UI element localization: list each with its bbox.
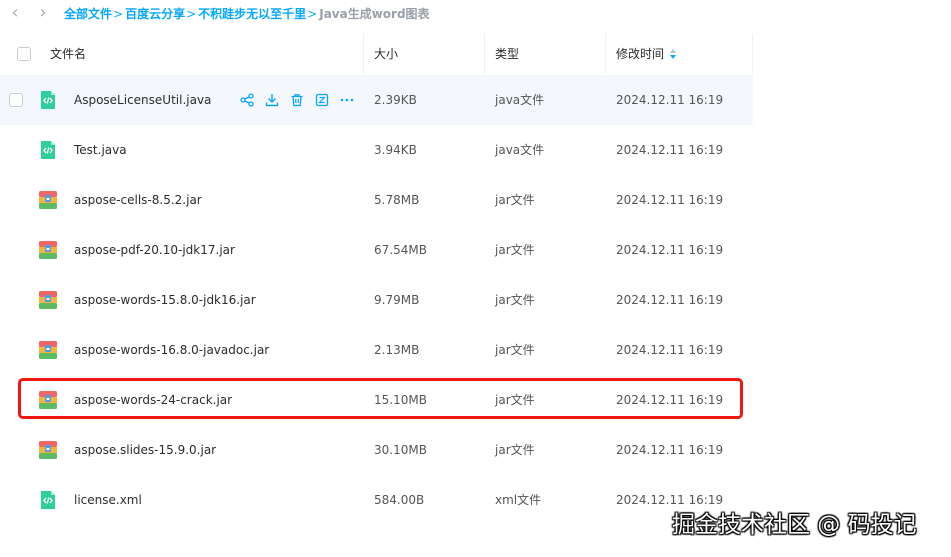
archive-file-icon xyxy=(38,190,58,210)
file-size: 67.54MB xyxy=(374,243,427,257)
select-all-checkbox[interactable] xyxy=(17,47,31,61)
chevron-left-icon[interactable]: ‹ xyxy=(6,4,24,22)
file-type: jar文件 xyxy=(495,343,535,357)
table-header: 文件名 大小 类型 修改时间 xyxy=(0,34,753,76)
file-name[interactable]: license.xml xyxy=(74,492,142,508)
archive-file-icon xyxy=(38,340,58,360)
file-modified: 2024.12.11 16:19 xyxy=(616,243,724,257)
file-list: AsposeLicenseUtil.java 2.39KB java文件 2024.1… xyxy=(0,75,951,525)
file-size: 584.00B xyxy=(374,493,425,507)
breadcrumb-item-share[interactable]: 百度云分享 xyxy=(125,7,185,21)
file-size: 3.94KB xyxy=(374,143,417,157)
top-bar: ‹ › 全部文件> 百度云分享> 不积跬步无以至千里> Java生成word图表 xyxy=(0,0,951,30)
header-name[interactable]: 文件名 xyxy=(50,34,86,74)
file-name[interactable]: aspose.slides-15.9.0.jar xyxy=(74,442,216,458)
download-icon[interactable] xyxy=(263,92,280,109)
column-divider[interactable] xyxy=(605,34,606,74)
file-name[interactable]: aspose-words-15.8.0-jdk16.jar xyxy=(74,292,256,308)
detail-icon[interactable] xyxy=(313,92,330,109)
file-type: jar文件 xyxy=(495,293,535,307)
file-name[interactable]: aspose-pdf-20.10-jdk17.jar xyxy=(74,242,235,258)
table-row[interactable]: aspose-words-16.8.0-javadoc.jar 2.13MB jar… xyxy=(0,325,951,375)
header-type[interactable]: 类型 xyxy=(495,34,519,74)
breadcrumb-separator: > xyxy=(307,7,318,21)
highlight-annotation xyxy=(18,378,743,419)
header-modified-label: 修改时间 xyxy=(616,47,665,61)
file-type: jar文件 xyxy=(495,443,535,457)
file-type: java文件 xyxy=(495,143,545,157)
file-type: jar文件 xyxy=(495,243,535,257)
watermark: 掘金技术社区 @ 码投记 xyxy=(672,512,917,538)
java-file-icon xyxy=(38,90,58,110)
column-divider[interactable] xyxy=(484,34,485,74)
file-size: 5.78MB xyxy=(374,193,420,207)
table-row[interactable]: aspose-pdf-20.10-jdk17.jar 67.54MB jar文件 20… xyxy=(0,225,951,275)
share-icon[interactable] xyxy=(238,92,255,109)
file-size: 2.39KB xyxy=(374,93,417,107)
breadcrumb: 全部文件> 百度云分享> 不积跬步无以至千里> Java生成word图表 xyxy=(64,6,430,22)
file-type: java文件 xyxy=(495,93,545,107)
file-name[interactable]: aspose-words-16.8.0-javadoc.jar xyxy=(74,342,269,358)
table-row[interactable]: aspose.slides-15.9.0.jar 30.10MB jar文件 2024… xyxy=(0,425,951,475)
file-modified: 2024.12.11 16:19 xyxy=(616,443,724,457)
archive-file-icon xyxy=(38,240,58,260)
file-modified: 2024.12.11 16:19 xyxy=(616,293,724,307)
table-row[interactable]: aspose-words-15.8.0-jdk16.jar 9.79MB jar文件… xyxy=(0,275,951,325)
file-modified: 2024.12.11 16:19 xyxy=(616,93,724,107)
breadcrumb-item-folder[interactable]: 不积跬步无以至千里 xyxy=(198,7,306,21)
file-size: 2.13MB xyxy=(374,343,420,357)
archive-file-icon xyxy=(38,440,58,460)
chevron-right-icon[interactable]: › xyxy=(34,4,52,22)
file-type: xml文件 xyxy=(495,493,542,507)
file-name[interactable]: AsposeLicenseUtil.java xyxy=(74,92,211,108)
breadcrumb-item-all-files[interactable]: 全部文件 xyxy=(64,7,112,21)
file-size: 30.10MB xyxy=(374,443,427,457)
column-divider[interactable] xyxy=(363,34,364,74)
archive-file-icon xyxy=(38,290,58,310)
more-icon[interactable] xyxy=(338,92,355,109)
code-file-icon xyxy=(38,490,58,510)
file-type: jar文件 xyxy=(495,193,535,207)
file-name[interactable]: aspose-cells-8.5.2.jar xyxy=(74,192,202,208)
java-file-icon xyxy=(38,140,58,160)
sort-icon[interactable] xyxy=(670,35,677,75)
breadcrumb-item-current: Java生成word图表 xyxy=(319,7,430,21)
row-checkbox[interactable] xyxy=(9,93,23,107)
file-modified: 2024.12.11 16:19 xyxy=(616,193,724,207)
table-row[interactable]: Test.java 3.94KB java文件 2024.12.11 16:19 xyxy=(0,125,951,175)
table-row[interactable]: aspose-cells-8.5.2.jar 5.78MB jar文件 2024.12… xyxy=(0,175,951,225)
file-modified: 2024.12.11 16:19 xyxy=(616,493,724,507)
table-row[interactable]: AsposeLicenseUtil.java 2.39KB java文件 2024.1… xyxy=(0,75,951,125)
breadcrumb-separator: > xyxy=(113,7,124,21)
header-modified[interactable]: 修改时间 xyxy=(616,34,677,75)
file-size: 9.79MB xyxy=(374,293,420,307)
header-size[interactable]: 大小 xyxy=(374,34,398,74)
file-name[interactable]: Test.java xyxy=(74,142,127,158)
file-modified: 2024.12.11 16:19 xyxy=(616,143,724,157)
file-modified: 2024.12.11 16:19 xyxy=(616,343,724,357)
column-divider[interactable] xyxy=(752,34,753,74)
breadcrumb-separator: > xyxy=(186,7,197,21)
row-actions xyxy=(238,91,355,109)
delete-icon[interactable] xyxy=(288,92,305,109)
